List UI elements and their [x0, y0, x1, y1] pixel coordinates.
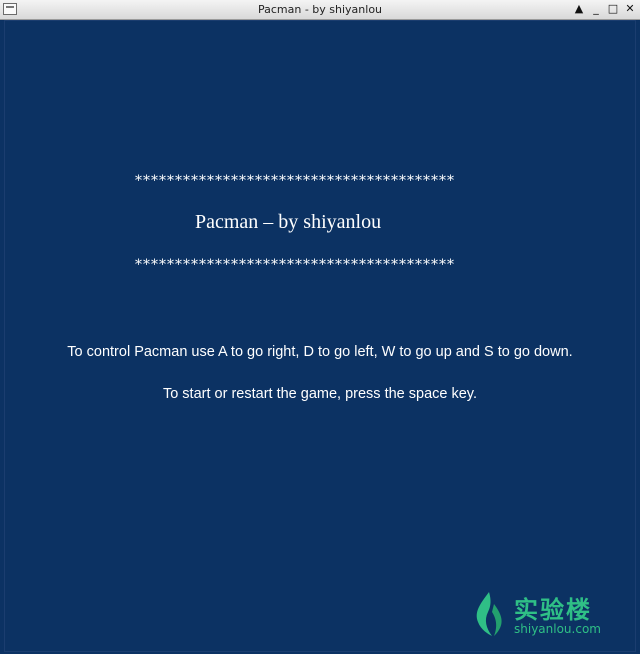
shade-icon[interactable]: ▲ — [572, 2, 586, 16]
window-controls: ▲ _ □ ✕ — [572, 2, 637, 16]
maximize-icon[interactable]: □ — [606, 2, 620, 16]
shiyanlou-logo-icon — [476, 592, 502, 636]
game-title: Pacman – by shiyanlou — [195, 211, 382, 233]
start-instruction: To start or restart the game, press the … — [162, 386, 478, 402]
stars-divider-top: **************************************** — [135, 173, 455, 189]
watermark-url: shiyanlou.com — [514, 622, 601, 636]
window-title: Pacman - by shiyanlou — [257, 3, 383, 16]
watermark: 实验楼 shiyanlou.com — [470, 588, 620, 642]
window-titlebar[interactable]: Pacman - by shiyanlou ▲ _ □ ✕ — [0, 0, 640, 20]
controls-instruction: To control Pacman use A to go right, D t… — [67, 344, 573, 360]
stars-divider-bottom: **************************************** — [135, 257, 455, 273]
close-icon[interactable]: ✕ — [623, 2, 637, 16]
game-canvas[interactable]: ****************************************… — [4, 20, 636, 652]
watermark-brand: 实验楼 — [514, 596, 592, 624]
minimize-icon[interactable]: _ — [589, 2, 603, 16]
